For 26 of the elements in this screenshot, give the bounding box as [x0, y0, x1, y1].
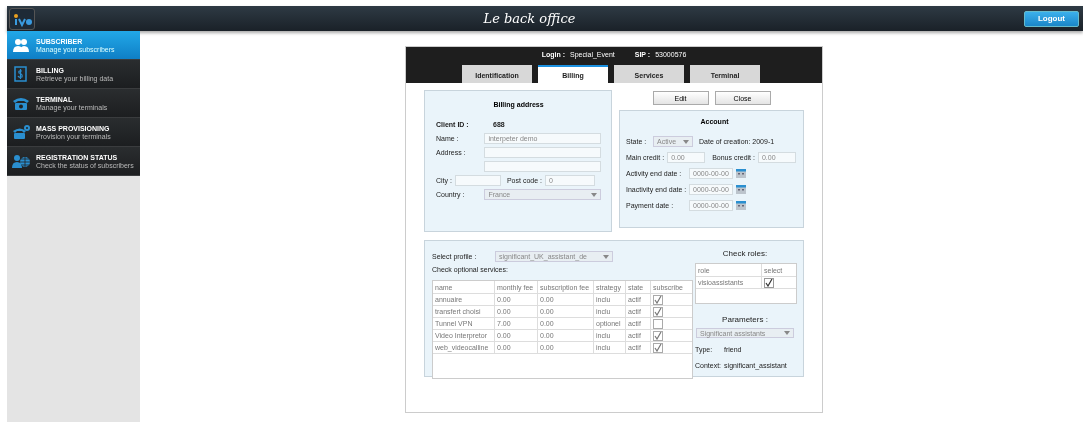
address-field[interactable]	[484, 161, 601, 172]
telephone-icon	[12, 95, 30, 111]
checkbox[interactable]	[653, 318, 663, 329]
telephone-gear-icon	[12, 124, 30, 140]
users-icon	[12, 37, 30, 53]
dollar-document-icon	[12, 66, 30, 82]
calendar-icon[interactable]	[736, 185, 746, 194]
checkbox[interactable]	[653, 294, 663, 305]
checkbox[interactable]	[653, 330, 663, 341]
city-field[interactable]	[454, 175, 501, 186]
calendar-icon[interactable]	[736, 201, 746, 210]
user-globe-icon	[12, 153, 30, 169]
caret-icon	[603, 254, 609, 259]
caret-icon	[591, 192, 597, 197]
caret-icon	[683, 139, 689, 144]
checkbox[interactable]	[653, 342, 663, 353]
calendar-icon[interactable]	[736, 169, 746, 178]
checkbox[interactable]	[653, 306, 663, 317]
logo-icon	[9, 7, 35, 30]
app-title: Le back office	[483, 11, 576, 26]
section-title: Parameters :	[721, 315, 769, 325]
caret-icon	[784, 331, 790, 336]
section-title: Check roles:	[721, 249, 769, 258]
address-field[interactable]	[484, 147, 601, 158]
logout-button[interactable]: Logout	[1024, 10, 1079, 27]
checkbox[interactable]	[764, 277, 774, 288]
